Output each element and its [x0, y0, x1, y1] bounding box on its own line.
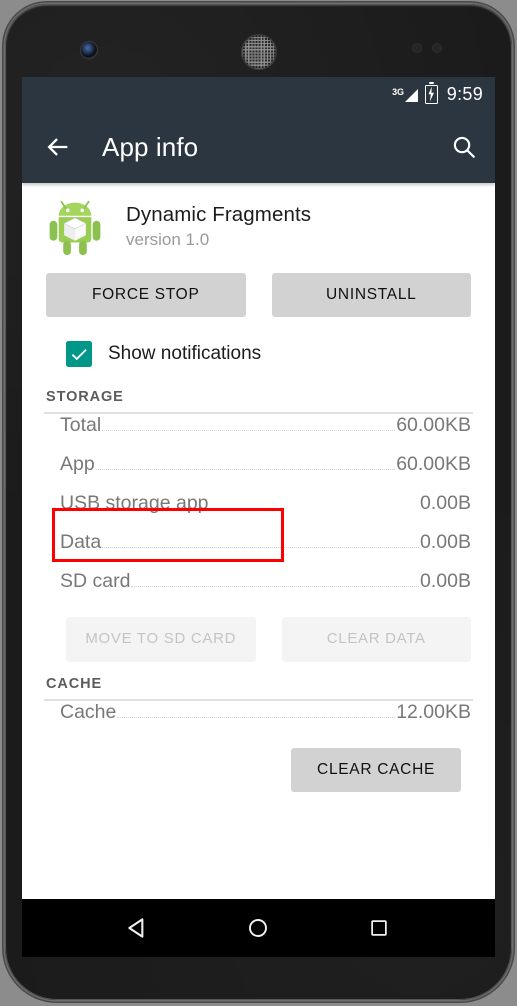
show-notifications-checkbox[interactable] — [66, 341, 92, 367]
phone-screen: 3G 9:59 App info Dynamic Fragments versi… — [22, 77, 495, 899]
signal-indicator: 3G — [392, 86, 418, 103]
row-value: 60.00KB — [396, 453, 471, 475]
nav-recents-icon[interactable] — [362, 911, 396, 945]
storage-section-title: STORAGE — [46, 389, 124, 405]
signal-triangle-icon — [404, 88, 418, 102]
leader-dots — [102, 430, 396, 431]
row-label: SD card — [60, 570, 131, 592]
show-notifications-row[interactable]: Show notifications — [52, 333, 272, 375]
row-label: Data — [60, 531, 102, 553]
app-title-block: Dynamic Fragments version 1.0 — [126, 199, 311, 250]
row-value: 0.00B — [420, 570, 471, 592]
table-row: Data 0.00B — [22, 531, 495, 570]
page-title: App info — [102, 131, 199, 162]
table-row: App 60.00KB — [22, 453, 495, 492]
cache-section-title: CACHE — [46, 675, 103, 692]
storage-section: STORAGE Total 60.00KB App 60.00KB USB st… — [22, 389, 495, 662]
row-label: USB storage app — [60, 492, 209, 514]
clear-cache-button[interactable]: CLEAR CACHE — [291, 747, 461, 792]
status-bar: 3G 9:59 — [22, 77, 495, 111]
row-label: Total — [60, 414, 102, 436]
row-value: 0.00B — [420, 531, 471, 553]
force-stop-button[interactable]: FORCE STOP — [46, 273, 246, 317]
leader-dots — [131, 586, 420, 587]
leader-dots — [95, 469, 396, 470]
checkmark-icon — [71, 349, 87, 361]
leader-dots — [210, 508, 420, 509]
table-row: Cache 12.00KB — [22, 701, 495, 740]
table-row: USB storage app 0.00B — [22, 492, 495, 531]
action-bar: App info — [22, 111, 495, 183]
earpiece-speaker-icon — [242, 35, 276, 69]
clear-data-button[interactable]: CLEAR DATA — [281, 617, 471, 662]
status-bar-clock: 9:59 — [446, 83, 483, 104]
row-value: 12.00KB — [396, 700, 471, 723]
app-info-content: Dynamic Fragments version 1.0 FORCE STOP… — [22, 183, 495, 899]
search-icon[interactable] — [451, 134, 477, 160]
app-version: version 1.0 — [126, 230, 210, 249]
nav-back-icon[interactable] — [121, 911, 155, 945]
row-label: App — [60, 453, 95, 475]
battery-charging-icon — [424, 81, 438, 104]
network-type-label: 3G — [392, 86, 404, 97]
proximity-sensor-icon — [413, 44, 421, 52]
android-robot-icon — [46, 199, 104, 257]
phone-device-frame: 3G 9:59 App info Dynamic Fragments versi… — [5, 4, 512, 1000]
back-arrow-icon[interactable] — [44, 133, 72, 161]
storage-action-buttons: MOVE TO SD CARD CLEAR DATA — [22, 609, 495, 662]
system-navigation-bar — [22, 899, 495, 957]
row-value: 60.00KB — [396, 414, 471, 436]
light-sensor-icon — [433, 44, 441, 52]
app-header: Dynamic Fragments version 1.0 — [22, 183, 495, 257]
uninstall-button[interactable]: UNINSTALL — [271, 273, 471, 317]
row-value: 0.00B — [420, 492, 471, 514]
row-label: Cache — [60, 700, 117, 723]
primary-action-buttons: FORCE STOP UNINSTALL — [22, 257, 495, 317]
cache-action-buttons: CLEAR CACHE — [22, 740, 495, 792]
table-row: Total 60.00KB — [22, 414, 495, 453]
front-camera-icon — [81, 42, 97, 58]
table-row: SD card 0.00B — [22, 570, 495, 609]
show-notifications-label: Show notifications — [108, 343, 262, 364]
move-to-sd-card-button[interactable]: MOVE TO SD CARD — [66, 617, 256, 662]
nav-home-icon[interactable] — [241, 911, 275, 945]
cache-section: CACHE Cache 12.00KB CLEAR CACHE — [22, 676, 495, 792]
leader-dots — [117, 716, 396, 718]
leader-dots — [102, 547, 420, 548]
app-name: Dynamic Fragments — [126, 203, 312, 226]
